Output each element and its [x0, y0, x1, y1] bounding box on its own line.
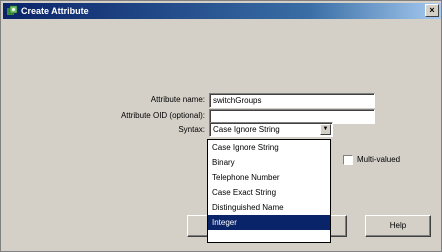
syntax-label: Syntax: [178, 125, 205, 134]
close-button[interactable]: × [425, 4, 439, 17]
syntax-option[interactable]: Telephone Number [208, 170, 330, 185]
syntax-selected-value: Case Ignore String [213, 125, 280, 134]
syntax-option-highlighted[interactable]: Integer [208, 215, 330, 230]
syntax-option[interactable]: Case Exact String [208, 185, 330, 200]
syntax-dropdown-list: Case Ignore String Binary Telephone Numb… [207, 139, 331, 243]
chevron-down-icon: ▼ [322, 126, 329, 132]
directory-attribute-icon [7, 5, 18, 15]
multi-valued-label[interactable]: Multi-valued [357, 154, 400, 166]
syntax-option[interactable]: Distinguished Name [208, 200, 330, 215]
dialog-title: Create Attribute [21, 6, 89, 16]
multi-valued-checkbox[interactable] [343, 155, 353, 165]
attribute-name-label: Attribute name: [150, 95, 205, 104]
syntax-option[interactable]: Binary [208, 155, 330, 170]
syntax-option[interactable]: Case Ignore String [208, 140, 330, 155]
syntax-select[interactable]: Case Ignore String ▼ [209, 122, 333, 137]
attribute-name-input[interactable]: switchGroups [209, 93, 375, 108]
close-icon: × [429, 5, 435, 15]
attribute-oid-label: Attribute OID (optional): [120, 111, 205, 120]
help-button[interactable]: Help [365, 215, 431, 237]
title-bar[interactable]: Create Attribute × [3, 3, 441, 19]
dropdown-arrow-button[interactable]: ▼ [320, 124, 331, 135]
create-attribute-dialog: Create Attribute × Attribute name: switc… [0, 0, 442, 252]
